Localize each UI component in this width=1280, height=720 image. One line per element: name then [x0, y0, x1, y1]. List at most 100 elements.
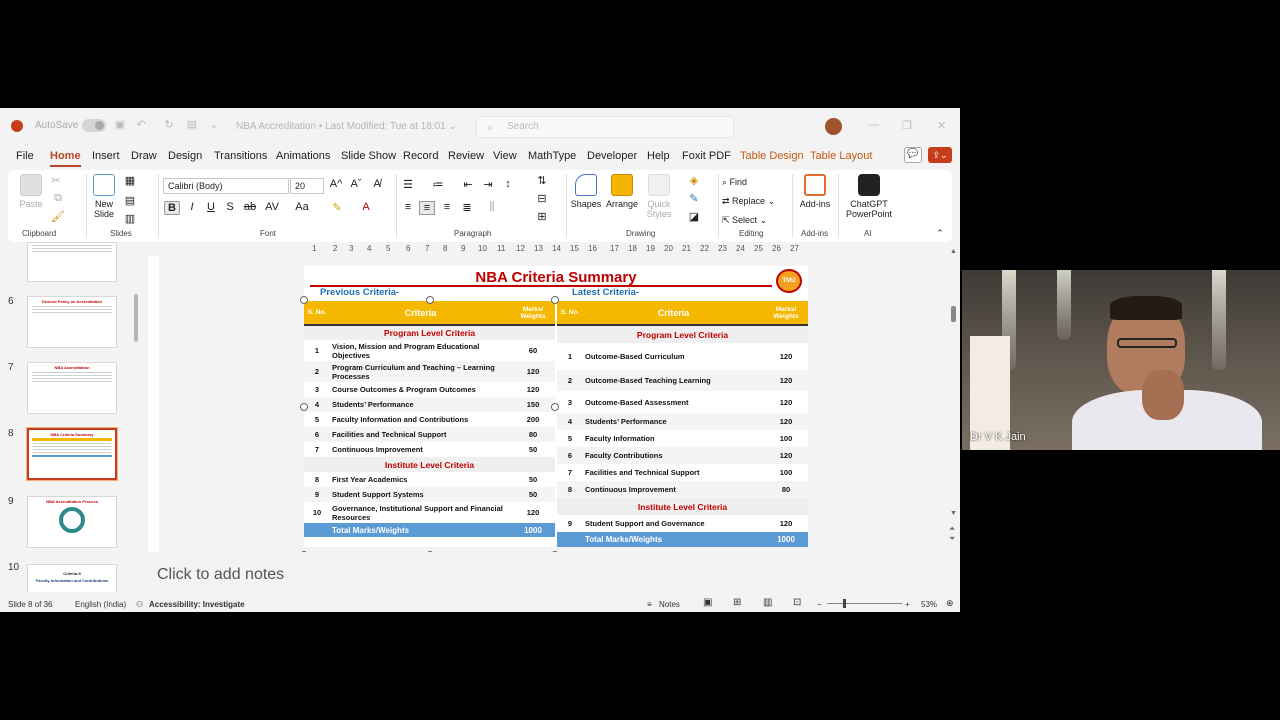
- slide-thumbnail-selected[interactable]: NBA Criteria Summary: [26, 427, 118, 481]
- customize-qat-icon[interactable]: ⌄: [208, 119, 220, 131]
- undo-icon[interactable]: ↶: [135, 119, 147, 131]
- resize-handle[interactable]: [300, 296, 308, 304]
- comments-button[interactable]: 💬: [904, 147, 922, 163]
- align-right-icon[interactable]: ≡: [439, 201, 455, 213]
- text-shadow-icon[interactable]: S: [222, 201, 238, 213]
- account-avatar[interactable]: [825, 118, 842, 135]
- shape-effects-icon[interactable]: ◪: [686, 210, 702, 223]
- restore-icon[interactable]: ❐: [902, 119, 912, 132]
- decrease-indent-icon[interactable]: ⇤: [460, 178, 476, 191]
- slide-show-icon[interactable]: ⊡: [793, 597, 801, 608]
- cut-icon[interactable]: ✂: [48, 174, 64, 187]
- zoom-slider-track[interactable]: [827, 603, 902, 604]
- justify-icon[interactable]: ≣: [459, 201, 475, 214]
- align-center-icon[interactable]: ≡: [419, 201, 435, 215]
- tab-table-layout[interactable]: Table Layout: [810, 150, 872, 162]
- zoom-level[interactable]: 53%: [921, 600, 937, 609]
- text-direction-icon[interactable]: ⇅: [534, 174, 550, 187]
- add-ins-button[interactable]: Add-ins: [796, 174, 834, 209]
- resize-handle[interactable]: [551, 403, 559, 411]
- replace-button[interactable]: ⇄ Replace ⌄: [722, 196, 775, 207]
- increase-indent-icon[interactable]: ⇥: [480, 178, 496, 191]
- italic-icon[interactable]: I: [184, 201, 200, 213]
- tab-file[interactable]: File: [16, 150, 34, 162]
- font-size-combo[interactable]: 20: [290, 178, 324, 194]
- resize-handle[interactable]: [426, 296, 434, 304]
- format-painter-icon[interactable]: 🖌: [50, 210, 66, 223]
- font-name-combo[interactable]: Calibri (Body): [163, 178, 289, 194]
- start-from-beginning-icon[interactable]: ▤: [186, 119, 198, 131]
- fit-to-window-icon[interactable]: ⊕: [946, 598, 954, 609]
- layout-icon[interactable]: ▦: [122, 174, 138, 187]
- shape-fill-icon[interactable]: ◈: [686, 174, 702, 187]
- slide-thumbnail[interactable]: Criteria-5 Faculty Information and Contr…: [27, 564, 117, 592]
- notes-pane[interactable]: Click to add notes: [148, 552, 948, 592]
- underline-icon[interactable]: U: [203, 201, 219, 213]
- font-color-icon[interactable]: A: [358, 201, 374, 213]
- tab-home[interactable]: Home: [50, 150, 81, 167]
- accessibility-status[interactable]: Accessibility: Investigate: [149, 600, 245, 609]
- clear-formatting-icon[interactable]: A̸: [369, 178, 385, 190]
- tab-design[interactable]: Design: [168, 150, 202, 162]
- slide-thumbnail[interactable]: NBA Accreditation: [27, 362, 117, 414]
- resize-handle[interactable]: [300, 403, 308, 411]
- thumbnails-scrollbar[interactable]: [134, 294, 138, 342]
- new-slide-button[interactable]: New Slide: [88, 174, 120, 219]
- paste-button[interactable]: Paste: [18, 174, 44, 209]
- tab-transitions[interactable]: Transitions: [214, 150, 267, 162]
- decrease-font-icon[interactable]: Aˇ: [348, 178, 364, 190]
- language-indicator[interactable]: English (India): [75, 600, 126, 609]
- arrange-button[interactable]: Arrange: [605, 174, 639, 209]
- reset-icon[interactable]: ▤: [122, 194, 138, 207]
- quick-styles-button[interactable]: Quick Styles: [644, 174, 674, 219]
- tab-insert[interactable]: Insert: [92, 150, 120, 162]
- tab-animations[interactable]: Animations: [276, 150, 330, 162]
- previous-criteria-table[interactable]: S. No. Criteria Marks/ Weights Program Lev…: [304, 301, 555, 537]
- share-button[interactable]: ⇪⌄: [928, 147, 952, 163]
- notes-button[interactable]: Notes: [659, 600, 680, 609]
- slide-scrollbar[interactable]: ▲ ▼ ⏶ ⏷: [948, 248, 960, 548]
- minimize-icon[interactable]: —: [868, 119, 879, 131]
- save-icon[interactable]: ▣: [114, 119, 126, 131]
- tab-help[interactable]: Help: [647, 150, 670, 162]
- document-title[interactable]: NBA Accreditation • Last Modified: Tue a…: [236, 121, 457, 132]
- highlight-icon[interactable]: ✎: [329, 201, 345, 214]
- normal-view-icon[interactable]: ▣: [703, 597, 712, 608]
- select-button[interactable]: ⇱ Select ⌄: [722, 215, 767, 226]
- shapes-button[interactable]: Shapes: [570, 174, 602, 209]
- slide-thumbnail[interactable]: NBA Accreditation Process: [27, 496, 117, 548]
- tab-review[interactable]: Review: [448, 150, 484, 162]
- close-icon[interactable]: ✕: [937, 119, 946, 132]
- smartart-icon[interactable]: ⊞: [534, 210, 550, 223]
- chatgpt-powerpoint-button[interactable]: ChatGPT PowerPoint: [842, 174, 896, 219]
- shape-outline-icon[interactable]: ✎: [686, 192, 702, 205]
- section-icon[interactable]: ▥: [122, 212, 138, 225]
- columns-icon[interactable]: ⫼: [484, 201, 500, 214]
- scroll-up-icon[interactable]: ▲: [950, 248, 957, 255]
- latest-criteria-table[interactable]: S. No. Criteria Marks/ Weights Program Lev…: [557, 301, 808, 547]
- tab-table-design[interactable]: Table Design: [740, 150, 804, 162]
- align-text-icon[interactable]: ⊟: [534, 192, 550, 205]
- slide-sorter-icon[interactable]: ⊞: [733, 597, 741, 608]
- reading-view-icon[interactable]: ▥: [763, 597, 772, 608]
- tab-view[interactable]: View: [493, 150, 517, 162]
- tab-foxit-pdf[interactable]: Foxit PDF: [682, 150, 731, 162]
- collapse-ribbon-icon[interactable]: ⌃: [932, 228, 948, 239]
- next-slide-icon[interactable]: ⏷: [949, 534, 955, 544]
- strikethrough-icon[interactable]: ab: [242, 201, 258, 213]
- increase-font-icon[interactable]: A^: [328, 178, 344, 190]
- redo-icon[interactable]: ↻: [163, 119, 175, 131]
- numbering-icon[interactable]: ≔: [430, 178, 446, 191]
- tab-mathtype[interactable]: MathType: [528, 150, 576, 162]
- change-case-icon[interactable]: Aa: [294, 201, 310, 213]
- line-spacing-icon[interactable]: ↕: [500, 178, 516, 190]
- tab-draw[interactable]: Draw: [131, 150, 157, 162]
- find-button[interactable]: ⌕ Find: [722, 177, 747, 188]
- align-left-icon[interactable]: ≡: [400, 201, 416, 213]
- slide-thumbnail[interactable]: Desired Policy on Accreditation: [27, 296, 117, 348]
- autosave-toggle[interactable]: [82, 119, 106, 132]
- scroll-down-icon[interactable]: ▼: [950, 510, 957, 517]
- tab-developer[interactable]: Developer: [587, 150, 637, 162]
- previous-slide-icon[interactable]: ⏶: [949, 524, 955, 534]
- tab-slide-show[interactable]: Slide Show: [341, 150, 396, 162]
